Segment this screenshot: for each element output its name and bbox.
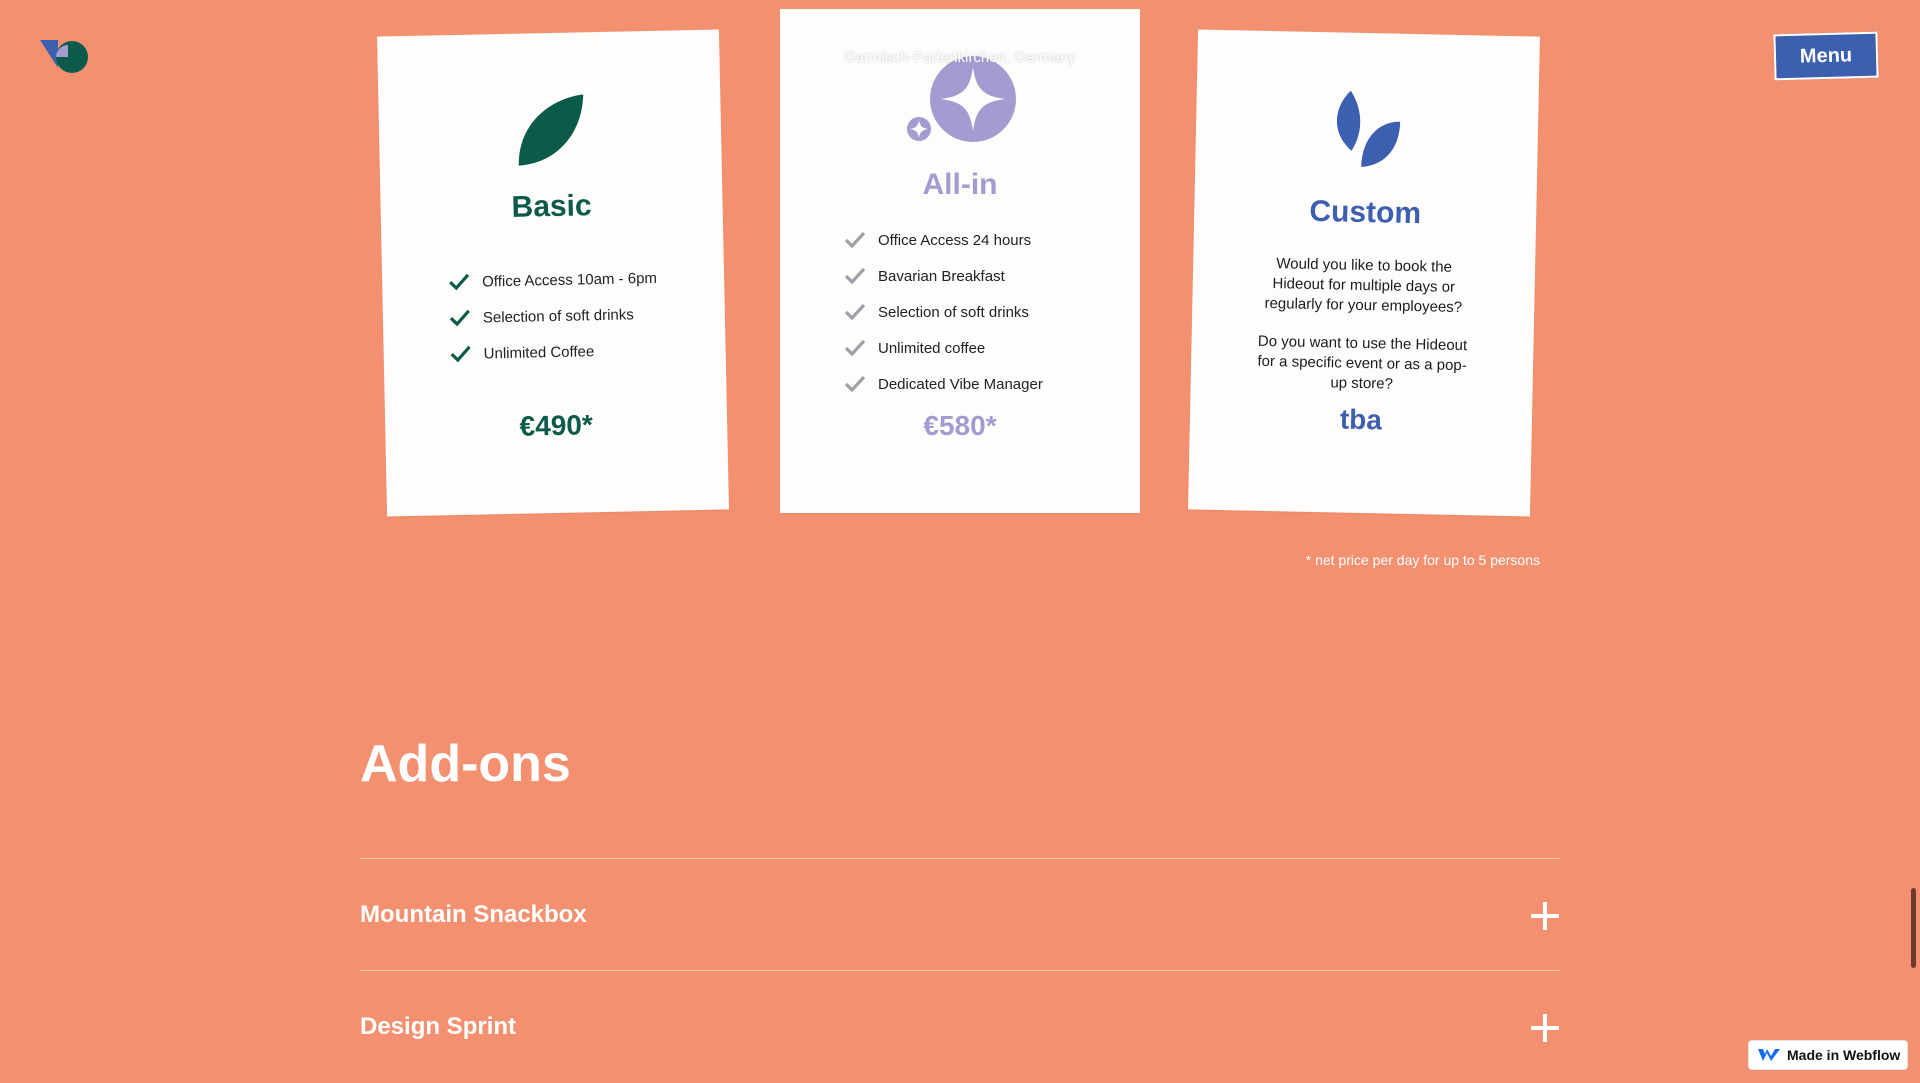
badge-label: Made in Webflow xyxy=(1787,1047,1901,1063)
scrollbar-thumb[interactable] xyxy=(1911,888,1916,968)
addon-label: Design Sprint xyxy=(360,1013,517,1040)
check-icon xyxy=(844,267,866,285)
feature-item: Selection of soft drinks xyxy=(844,294,1140,330)
plus-icon[interactable] xyxy=(1530,1013,1560,1043)
check-icon xyxy=(844,339,866,357)
feature-label: Unlimited Coffee xyxy=(483,342,595,362)
feature-label: Office Access 10am - 6pm xyxy=(481,269,658,290)
feature-item: Dedicated Vibe Manager xyxy=(844,366,1140,402)
feature-list: Office Access 24 hours Bavarian Breakfas… xyxy=(844,222,1140,402)
addon-design-sprint[interactable]: Design Sprint xyxy=(360,970,1560,1083)
pricing-card-basic: Basic Office Access 10am - 6pm Selection… xyxy=(377,29,729,517)
feature-label: Selection of soft drinks xyxy=(482,305,634,326)
feature-item: Unlimited Coffee xyxy=(449,330,726,372)
plan-title: Basic xyxy=(511,189,592,224)
feature-label: Unlimited coffee xyxy=(878,339,986,357)
plan-title: All-in xyxy=(922,168,998,201)
feature-item: Office Access 24 hours xyxy=(844,222,1140,258)
site-logo[interactable] xyxy=(38,38,94,74)
feature-label: Bavarian Breakfast xyxy=(878,267,1005,285)
pricing-card-allin: Garmisch-Partenkirchen, Germany All-in O… xyxy=(780,9,1140,513)
location-overlay-text: Garmisch-Partenkirchen, Germany xyxy=(844,49,1076,66)
menu-button[interactable]: Menu xyxy=(1773,31,1879,81)
feature-label: Office Access 24 hours xyxy=(878,231,1032,249)
check-icon xyxy=(449,309,470,327)
check-icon xyxy=(449,273,470,291)
custom-paragraph: Would you like to book the Hideout for m… xyxy=(1264,255,1463,317)
webflow-logo-icon xyxy=(1758,1049,1780,1061)
check-icon xyxy=(450,345,471,363)
feature-item: Selection of soft drinks xyxy=(449,294,726,336)
custom-paragraph: Do you want to use the Hideout for a spe… xyxy=(1257,332,1468,393)
addons-heading: Add-ons xyxy=(360,735,571,793)
feature-item: Unlimited coffee xyxy=(844,330,1140,366)
pricing-card-custom: Custom Would you like to book the Hideou… xyxy=(1188,29,1540,517)
check-icon xyxy=(844,303,866,321)
plan-price: €490* xyxy=(519,409,594,442)
plus-icon[interactable] xyxy=(1530,901,1560,931)
check-icon xyxy=(844,375,866,393)
plan-title: Custom xyxy=(1309,194,1422,231)
addon-mountain-snackbox[interactable]: Mountain Snackbox xyxy=(360,858,1560,971)
feature-label: Dedicated Vibe Manager xyxy=(878,375,1043,393)
plan-price: €580* xyxy=(923,410,997,441)
feature-label: Selection of soft drinks xyxy=(878,303,1029,321)
leaf-icon xyxy=(518,94,584,166)
made-in-webflow-badge[interactable]: Made in Webflow xyxy=(1748,1040,1908,1070)
plan-price: tba xyxy=(1339,403,1383,436)
sparkle-icon xyxy=(907,56,1016,142)
sprout-icon xyxy=(1337,90,1401,167)
check-icon xyxy=(844,231,866,249)
price-note: * net price per day for up to 5 persons xyxy=(1305,552,1540,568)
feature-item: Bavarian Breakfast xyxy=(844,258,1140,294)
addon-label: Mountain Snackbox xyxy=(360,901,587,928)
feature-item: Office Access 10am - 6pm xyxy=(448,258,725,300)
feature-list: Office Access 10am - 6pm Selection of so… xyxy=(448,258,726,372)
